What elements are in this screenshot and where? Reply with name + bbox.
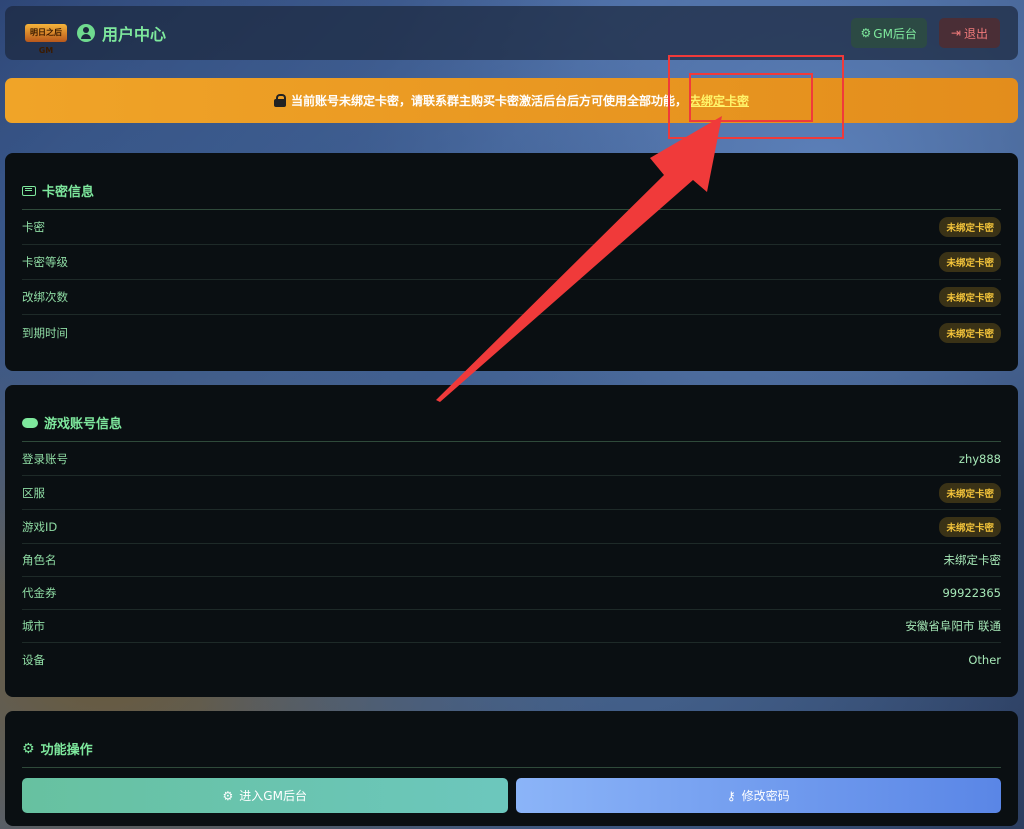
- key-icon: ⚷: [726, 788, 736, 803]
- row-value: 安徽省阜阳市 联通: [905, 619, 1001, 633]
- status-badge: 未绑定卡密: [939, 217, 1001, 237]
- game-info-row: 游戏ID 未绑定卡密: [22, 510, 1001, 544]
- page-title: 用户中心: [102, 25, 167, 44]
- gamepad-icon: [22, 417, 38, 428]
- row-label: 设备: [22, 652, 45, 667]
- row-label: 到期时间: [22, 325, 68, 340]
- card-info-row: 卡密 未绑定卡密: [22, 210, 1001, 245]
- game-info-row: 代金券 99922365: [22, 577, 1001, 610]
- status-badge: 未绑定卡密: [939, 482, 1001, 503]
- game-info-title: 游戏账号信息: [44, 417, 123, 432]
- gears-icon: ⚙: [860, 26, 872, 40]
- sign-out-icon: ⇥: [950, 26, 961, 40]
- card-info-title: 卡密信息: [42, 185, 95, 200]
- row-label: 代金券: [22, 586, 57, 600]
- lock-icon: [273, 94, 286, 107]
- actions-header: ⚙ 功能操作: [22, 739, 1001, 768]
- row-label: 卡密: [22, 220, 45, 234]
- gear-icon: ⚙: [22, 740, 35, 757]
- gm-admin-button[interactable]: ⚙ GM后台: [850, 18, 927, 48]
- game-info-row: 区服 未绑定卡密: [22, 476, 1001, 510]
- status-badge: 未绑定卡密: [939, 322, 1001, 343]
- change-password-label: 修改密码: [741, 789, 790, 803]
- row-label: 城市: [22, 619, 45, 633]
- game-info-row: 城市 安徽省阜阳市 联通: [22, 610, 1001, 643]
- actions-panel: ⚙ 功能操作 ⚙ 进入GM后台 ⚷ 修改密码: [5, 711, 1018, 826]
- status-badge: 未绑定卡密: [939, 516, 1001, 537]
- status-badge: 未绑定卡密: [939, 287, 1001, 307]
- row-value: zhy888: [958, 451, 1001, 466]
- card-info-row: 到期时间 未绑定卡密: [22, 315, 1001, 350]
- game-account-panel: 游戏账号信息 登录账号 zhy888 区服 未绑定卡密 游戏ID 未绑定卡密 角…: [5, 385, 1018, 697]
- row-label: 卡密等级: [22, 255, 68, 269]
- gears-icon: ⚙: [222, 788, 234, 803]
- bind-card-link[interactable]: 去绑定卡密: [689, 92, 749, 109]
- logout-button[interactable]: ⇥ 退出: [938, 18, 1000, 48]
- status-badge: 未绑定卡密: [939, 252, 1001, 272]
- row-label: 登录账号: [22, 451, 68, 466]
- card-info-row: 卡密等级 未绑定卡密: [22, 245, 1001, 280]
- row-label: 角色名: [22, 553, 57, 567]
- top-header: 明日之后 GM 用户中心 ⚙ GM后台 ⇥ 退出: [5, 6, 1018, 60]
- warning-text: 当前账号未绑定卡密，请联系群主购买卡密激活后台后方可使用全部功能，: [290, 94, 687, 108]
- card-info-panel: 卡密信息 卡密 未绑定卡密 卡密等级 未绑定卡密 改绑次数 未绑定卡密 到期时间…: [5, 153, 1018, 371]
- user-circle-icon: [77, 24, 95, 42]
- game-info-row: 登录账号 zhy888: [22, 442, 1001, 476]
- game-info-row: 角色名 未绑定卡密: [22, 544, 1001, 577]
- actions-title: 功能操作: [40, 743, 93, 758]
- change-password-button[interactable]: ⚷ 修改密码: [515, 778, 1001, 813]
- enter-gm-button[interactable]: ⚙ 进入GM后台: [22, 778, 508, 813]
- site-logo[interactable]: 明日之后 GM: [25, 24, 67, 55]
- row-label: 区服: [22, 485, 45, 500]
- enter-gm-label: 进入GM后台: [239, 789, 307, 803]
- action-buttons: ⚙ 进入GM后台 ⚷ 修改密码: [22, 778, 1001, 813]
- id-card-icon: [22, 185, 36, 196]
- unbound-warning-bar: 当前账号未绑定卡密，请联系群主购买卡密激活后台后方可使用全部功能， 去绑定卡密: [5, 78, 1018, 123]
- row-value: 99922365: [942, 586, 1001, 600]
- row-value: 未绑定卡密: [943, 553, 1002, 567]
- row-value: Other: [968, 652, 1001, 667]
- game-info-row: 设备 Other: [22, 643, 1001, 676]
- gm-admin-label: GM后台: [873, 26, 917, 41]
- game-info-header: 游戏账号信息: [22, 413, 1001, 442]
- card-info-header: 卡密信息: [22, 181, 1001, 210]
- card-info-row: 改绑次数 未绑定卡密: [22, 280, 1001, 315]
- logout-label: 退出: [963, 26, 988, 41]
- row-label: 游戏ID: [22, 519, 58, 534]
- row-label: 改绑次数: [22, 290, 68, 304]
